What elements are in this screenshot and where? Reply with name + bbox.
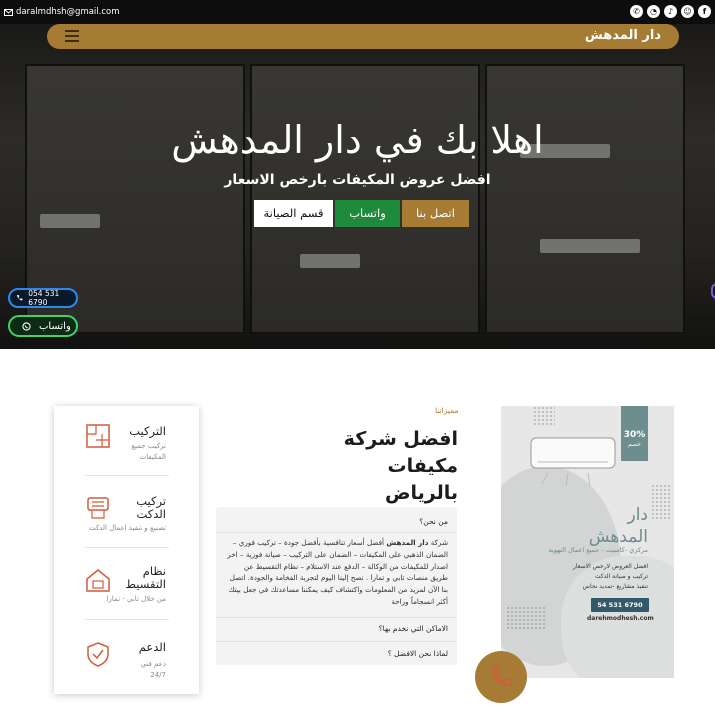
- service-title: تركيب الدكت: [136, 494, 166, 521]
- discount-value: 30%: [623, 430, 646, 440]
- service-item[interactable]: التركيب تركيب جميع المكيفات: [54, 406, 199, 476]
- accordion-question-2[interactable]: الاماكن التي نخدم بها؟: [379, 624, 448, 633]
- service-title: نظام التقسيط: [125, 564, 166, 591]
- top-bar: daralmdhsh@gmail.com ✆ ◔ ♪ ☺ f: [0, 0, 715, 24]
- heading-line: مكيفات بالرياض: [384, 455, 458, 504]
- service-desc: دعم فني 24/7: [140, 660, 166, 679]
- hero-title: اهلا بك في دار المدهش: [171, 118, 544, 162]
- menu-icon[interactable]: [65, 30, 79, 42]
- whatsapp-icon: [22, 321, 31, 331]
- accordion-question-3[interactable]: لماذا نحن الافضل ؟: [388, 649, 448, 658]
- contact-email[interactable]: daralmdhsh@gmail.com: [4, 7, 120, 17]
- service-item[interactable]: نظام التقسيط من خلال تابي - تمارا: [54, 550, 199, 620]
- site-logo[interactable]: دار المدهش: [585, 28, 661, 43]
- phone-icon: [16, 295, 23, 301]
- snapchat-icon[interactable]: ☺: [681, 5, 694, 18]
- hero-subtitle: افضل عروض المكيفات بارخص الاسعار: [224, 172, 491, 188]
- divider: [84, 547, 169, 548]
- accordion-answer: شركة دار المدهش أفضل أسعار تنافسية بأفضل…: [224, 537, 448, 608]
- divider: [216, 617, 457, 618]
- services-card: التركيب تركيب جميع المكيفات تركيب الدكت …: [54, 406, 199, 694]
- duct-icon: [87, 497, 109, 519]
- blueprint-icon: [86, 424, 110, 448]
- answer-brand: دار المدهش: [386, 538, 429, 547]
- floating-phone-number: 054 531 6790: [28, 289, 60, 307]
- answer-lead: شركة: [430, 538, 448, 547]
- floating-whatsapp-label: واتساب: [39, 320, 71, 332]
- section-tag: مميزاتنا: [435, 406, 459, 415]
- poster-phone: 54 531 6790: [591, 598, 649, 612]
- divider: [84, 619, 169, 620]
- dot-pattern: [506, 606, 546, 631]
- answer-text: أفضل أسعار تنافسية بأفضل جودة – تركيب فو…: [227, 538, 448, 606]
- email-text: daralmdhsh@gmail.com: [16, 7, 120, 17]
- service-item[interactable]: الدعم دعم فني 24/7: [54, 622, 199, 692]
- service-desc: تركيب جميع المكيفات: [131, 442, 166, 461]
- poster-tagline: مركزي -كاسيت - جميع اعمال التهوية: [548, 546, 648, 554]
- floating-phone-button[interactable]: 054 531 6790: [8, 288, 78, 308]
- maintenance-button[interactable]: قسم الصيانة: [254, 200, 333, 227]
- service-item[interactable]: تركيب الدكت تصنيع و تنفيذ اعمال الدكت: [54, 478, 199, 548]
- discount-ribbon: 30% خصم: [621, 406, 648, 461]
- edge-scroll-indicator[interactable]: [711, 283, 715, 299]
- house-payment-icon: [86, 569, 110, 592]
- floating-call-button[interactable]: [475, 651, 527, 703]
- discount-label: خصم: [628, 441, 641, 448]
- faq-accordion: من نحن؟ شركة دار المدهش أفضل أسعار تنافس…: [216, 507, 457, 665]
- shield-support-icon: [87, 642, 109, 667]
- poster-bullets: افضل العروض لارخص الاسعار تركيب و صيانة …: [573, 562, 648, 592]
- promo-poster: 30% خصم دار المدهش مركزي -كاسيت - جميع ا…: [501, 406, 674, 678]
- mail-icon: [4, 8, 13, 16]
- main-navbar: دار المدهش: [47, 24, 679, 49]
- poster-brand-line: المدهش: [588, 527, 648, 547]
- phone-icon[interactable]: ✆: [630, 5, 643, 18]
- heading-line: افضل شركة: [343, 428, 458, 450]
- phone-icon: [491, 666, 512, 686]
- divider: [216, 641, 457, 642]
- dot-pattern: [651, 484, 671, 519]
- divider: [216, 532, 457, 533]
- call-us-button[interactable]: اتصل بنا: [402, 200, 469, 227]
- poster-brand: دار المدهش: [589, 504, 648, 548]
- service-desc: تصنيع و تنفيذ اعمال الدكت: [89, 524, 166, 532]
- service-desc: من خلال تابي - تمارا: [106, 595, 166, 603]
- social-icons: ✆ ◔ ♪ ☺ f: [630, 5, 711, 18]
- service-title: الدعم: [138, 640, 166, 654]
- whatsapp-button[interactable]: واتساب: [335, 200, 400, 227]
- air-conditioner-image: [530, 437, 616, 487]
- dot-pattern: [533, 406, 555, 426]
- accordion-question-1[interactable]: من نحن؟: [419, 517, 448, 526]
- facebook-icon[interactable]: f: [698, 5, 711, 18]
- divider: [84, 475, 169, 476]
- floating-whatsapp-button[interactable]: واتساب: [8, 315, 78, 337]
- hero-section: اهلا بك في دار المدهش افضل عروض المكيفات…: [0, 24, 715, 349]
- poster-bullet: تنفيذ مشاريع -تمديد نحاس: [582, 583, 648, 590]
- tiktok-icon[interactable]: ♪: [664, 5, 677, 18]
- whatsapp-icon[interactable]: ◔: [647, 5, 660, 18]
- service-title: التركيب: [129, 424, 166, 438]
- poster-bullet: تركيب و صيانة الدكت: [594, 573, 648, 580]
- poster-website: darehmodhesh.com: [587, 615, 654, 622]
- poster-bullet: افضل العروض لارخص الاسعار: [573, 563, 648, 570]
- section-heading: افضل شركة مكيفات بالرياض: [310, 426, 458, 507]
- poster-brand-line: دار: [627, 505, 648, 525]
